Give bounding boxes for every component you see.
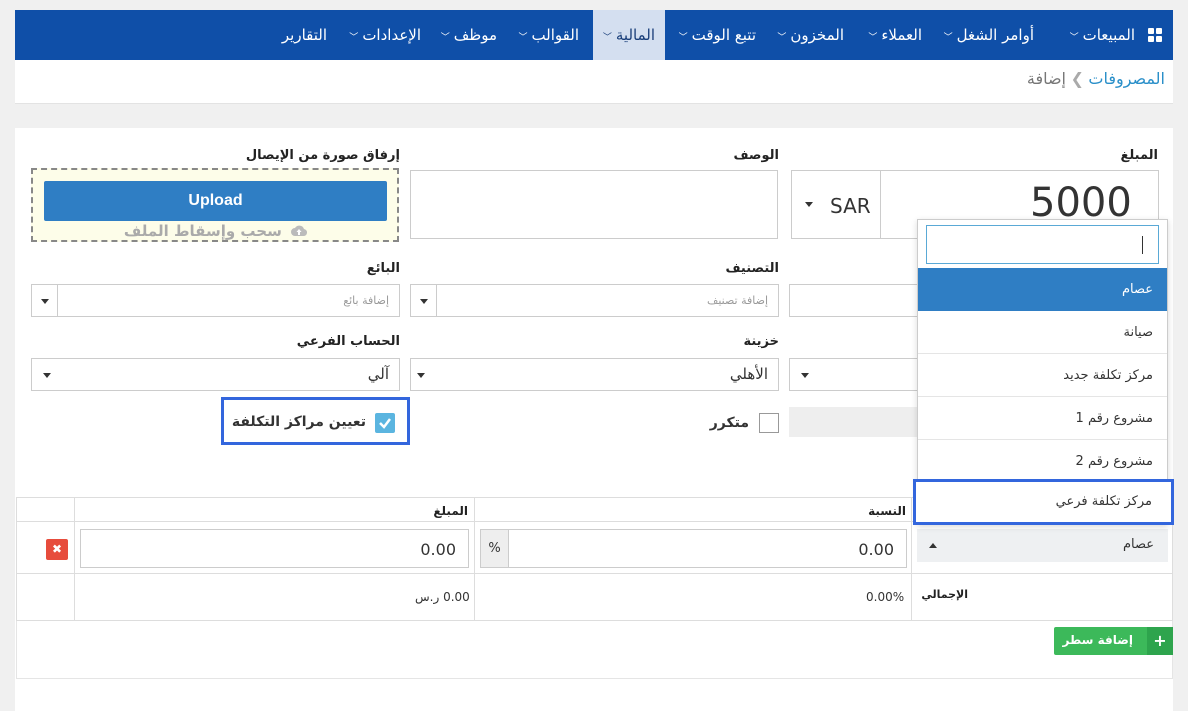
dropdown-search-input[interactable] [926, 225, 1159, 264]
add-row-button[interactable]: + إضافة سطر [1054, 627, 1173, 655]
chevron-down-icon: ﹀ [678, 33, 688, 43]
recurring-label: متكرر [709, 415, 749, 431]
hidden-select-row2[interactable] [789, 284, 919, 317]
total-percent: 0.00% [866, 590, 905, 604]
dropdown-option[interactable]: مشروع رقم 1 [918, 397, 1167, 440]
check-icon [379, 418, 391, 429]
nav-clients[interactable]: العملاء﹀ [868, 10, 922, 60]
row-percent-input[interactable]: 0.00 [858, 540, 894, 559]
breadcrumb-parent-link[interactable]: المصروفات [1088, 69, 1165, 88]
dropdown-option[interactable]: مركز تكلفة جديد [918, 354, 1167, 397]
disabled-field [789, 407, 919, 437]
row-cost-center-select[interactable]: عصام [917, 529, 1168, 562]
dropdown-option[interactable]: صيانة [918, 311, 1167, 354]
row-amount-input[interactable]: 0.00 [80, 529, 469, 568]
upload-button[interactable]: Upload [44, 181, 387, 221]
attach-label: إرفاق صورة من الإيصال [245, 148, 400, 163]
dropdown-option[interactable]: مشروع رقم 2 [918, 440, 1167, 483]
chevron-down-icon: ﹀ [602, 33, 612, 43]
nav-finance[interactable]: المالية﹀ [593, 10, 665, 60]
plus-icon: + [1147, 627, 1173, 655]
chevron-down-icon: ﹀ [777, 33, 787, 43]
treasury-label: خزينة [743, 334, 779, 349]
chevron-down-icon: ﹀ [440, 33, 450, 43]
category-select[interactable]: إضافة تصنيف [410, 284, 779, 317]
nav-templates[interactable]: القوالب﹀ [518, 10, 579, 60]
close-icon: ✖ [51, 542, 63, 556]
percent-addon: % [481, 530, 509, 567]
description-label: الوصف [733, 148, 779, 163]
hidden-select-row3[interactable] [789, 358, 919, 391]
nav-work-orders[interactable]: أوامر الشغل﹀ [944, 10, 1034, 60]
chevron-left-icon: ❯ [1070, 69, 1084, 88]
drop-hint: سحب وإسقاط الملف [44, 222, 387, 241]
caret-up-icon [929, 543, 937, 548]
amount-label: المبلغ [1120, 148, 1158, 163]
currency-select[interactable]: SAR [791, 170, 881, 239]
caret-down-icon [801, 373, 809, 378]
total-label: الإجمالي [921, 588, 968, 601]
breadcrumb-current: إضافة [1026, 69, 1066, 88]
caret-down-icon [43, 373, 51, 378]
nav-settings[interactable]: الإعدادات﹀ [349, 10, 421, 60]
treasury-select[interactable]: الأهلي [410, 358, 779, 391]
nav-sales[interactable]: المبيعات﹀ [1070, 10, 1135, 60]
caret-down-icon [420, 299, 428, 304]
description-textarea[interactable] [410, 170, 778, 239]
caret-down-icon [417, 373, 425, 378]
chevron-down-icon: ﹀ [518, 33, 528, 43]
vendor-label: البائع [366, 261, 400, 276]
category-label: التصنيف [725, 261, 779, 276]
nav-inventory[interactable]: المخزون﹀ [777, 10, 844, 60]
chevron-down-icon: ﹀ [1069, 33, 1079, 43]
subaccount-select[interactable]: آلي [31, 358, 400, 391]
chevron-down-icon: ﹀ [349, 33, 359, 43]
col-percent-header: النسبة [868, 504, 906, 518]
nav-reports[interactable]: التقارير [282, 10, 327, 60]
cloud-upload-icon [291, 223, 308, 241]
delete-row-button[interactable]: ✖ [46, 539, 68, 560]
caret-down-icon [41, 299, 49, 304]
chevron-down-icon: ﹀ [868, 33, 878, 43]
breadcrumb [15, 60, 1173, 104]
nav-employee[interactable]: موظف﹀ [441, 10, 497, 60]
dropdown-option-highlighted[interactable]: مركز تكلفة فرعي [913, 479, 1174, 525]
row-percent-group: % 0.00 [480, 529, 907, 568]
dropdown-option-selected[interactable]: عصام [918, 268, 1167, 311]
cost-centers-checkbox[interactable] [375, 413, 395, 433]
caret-down-icon [805, 202, 813, 207]
table-footer [16, 621, 1173, 679]
chevron-down-icon: ﹀ [943, 33, 953, 43]
cost-centers-label: تعيين مراكز التكلفة [231, 414, 366, 430]
recurring-checkbox[interactable] [759, 413, 779, 433]
nav-time-tracking[interactable]: تتبع الوقت﹀ [679, 10, 756, 60]
subaccount-label: الحساب الفرعي [296, 334, 400, 349]
apps-grid-icon[interactable] [1148, 28, 1162, 42]
vendor-select[interactable]: إضافة بائع [31, 284, 400, 317]
total-amount: 0.00 ر.س [415, 590, 470, 604]
col-amount-header: المبلغ [433, 504, 468, 518]
